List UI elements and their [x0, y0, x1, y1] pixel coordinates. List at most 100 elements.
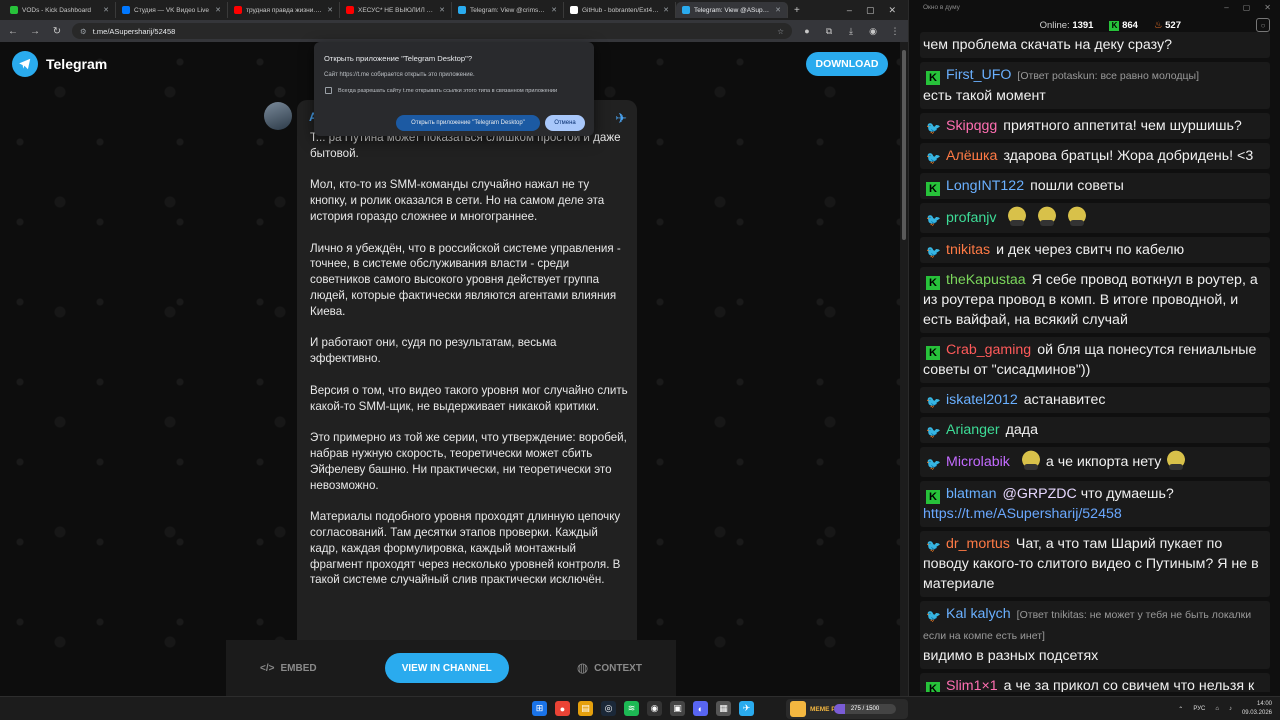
- browser-tab[interactable]: трудная правда жизни... - YouTube ✕: [228, 2, 340, 18]
- chrome-icon[interactable]: ●: [555, 701, 570, 716]
- network-icon[interactable]: ⌂: [1215, 706, 1219, 712]
- browser-tab[interactable]: Студия — VK Видео Live ✕: [116, 2, 228, 18]
- close-icon[interactable]: ✕: [888, 5, 896, 16]
- chat-nickname[interactable]: Arianger: [946, 422, 1000, 438]
- address-bar[interactable]: ⚙ t.me/ASupersharij/52458 ☆: [72, 23, 792, 39]
- post-paragraph: Материалы подобного уровня проходят длин…: [310, 510, 621, 587]
- steam-icon[interactable]: ◎: [601, 701, 616, 716]
- chat-nickname[interactable]: First_UFO: [946, 67, 1011, 83]
- tab-close-icon[interactable]: ✕: [663, 6, 669, 14]
- chat-mention[interactable]: @GRPZDC: [1002, 486, 1076, 502]
- chat-nickname[interactable]: Crab_gaming: [946, 342, 1031, 358]
- chat-nickname[interactable]: Slim1×1: [946, 678, 998, 692]
- chat-link[interactable]: https://t.me/ASupersharij/52458: [923, 506, 1122, 522]
- volume-icon[interactable]: ♪: [1229, 706, 1232, 712]
- profile-icon[interactable]: ◉: [866, 26, 880, 37]
- tab-close-icon[interactable]: ✕: [327, 6, 333, 14]
- system-tray: ⌃ РУС ⌂ ♪ 14:00 09.03.2026: [1178, 700, 1272, 718]
- back-icon[interactable]: ←: [6, 26, 20, 37]
- tray-chevron-icon[interactable]: ⌃: [1178, 706, 1183, 713]
- chat-nickname[interactable]: tnikitas: [946, 242, 990, 258]
- menu-icon[interactable]: ⋮: [888, 26, 902, 37]
- clock[interactable]: 14:00 09.03.2026: [1242, 700, 1272, 718]
- chat-message: 🐦 Arianger дада: [920, 417, 1270, 443]
- chat-message-text: и дек через свитч по кабелю: [996, 242, 1185, 258]
- chat-nickname[interactable]: theKapustaa: [946, 272, 1026, 288]
- app-icon-2[interactable]: ▦: [716, 701, 731, 716]
- download-icon[interactable]: ⤓: [844, 26, 858, 37]
- reload-icon[interactable]: ↻: [50, 26, 64, 37]
- taskbar: ⊞ ● ▤ ◎ ≋ ◉ ▣ ◐ ▦ ✈ MEME PARTY 275 / 150…: [0, 696, 1280, 720]
- page-scrollbar[interactable]: [900, 42, 908, 696]
- chat-settings-icon[interactable]: ○: [1256, 18, 1270, 32]
- tab-favicon-icon: [346, 6, 354, 14]
- tab-close-icon[interactable]: ✕: [439, 6, 445, 14]
- chat-nickname[interactable]: Skipqgg: [946, 118, 997, 134]
- chat-nickname[interactable]: dr_mortus: [946, 536, 1010, 552]
- cancel-button[interactable]: Отмена: [545, 115, 585, 131]
- chat-message-text: здарова братцы! Жора добридень! <3: [1003, 148, 1254, 164]
- discord-icon[interactable]: ◐: [693, 701, 708, 716]
- tab-close-icon[interactable]: ✕: [215, 6, 221, 14]
- chat-nickname[interactable]: Алёшка: [946, 148, 997, 164]
- chat-message-text: а че икпорта нету: [1045, 453, 1162, 470]
- tab-favicon-icon: [458, 6, 466, 14]
- open-app-button[interactable]: Открыть приложение "Telegram Desktop": [396, 115, 540, 131]
- scrollbar-thumb[interactable]: [902, 50, 906, 240]
- chat-nickname[interactable]: profanjv: [946, 210, 996, 226]
- chat-nickname[interactable]: LongINT122: [946, 178, 1024, 194]
- always-allow-label[interactable]: Всегда разрешать сайту t.me открывать сс…: [338, 88, 557, 94]
- chat-message-text: видимо в разных подсетях: [923, 648, 1099, 664]
- tab-close-icon[interactable]: ✕: [551, 6, 557, 14]
- telegram-share-icon[interactable]: ✈: [615, 110, 627, 127]
- start-icon[interactable]: ⊞: [532, 701, 547, 716]
- chat-nickname[interactable]: iskatel2012: [946, 392, 1018, 408]
- download-button[interactable]: DOWNLOAD: [806, 52, 888, 76]
- obs-icon[interactable]: ◉: [647, 701, 662, 716]
- chat-nickname[interactable]: Microlabik: [946, 454, 1010, 470]
- online-label: Online:: [1039, 19, 1070, 31]
- browser-tab[interactable]: Telegram: View @crimsondi... ✕: [452, 2, 564, 18]
- maximize-icon[interactable]: ▢: [866, 5, 875, 16]
- extension-icon[interactable]: ●: [800, 26, 814, 36]
- forward-icon[interactable]: →: [28, 26, 42, 37]
- browser-tab[interactable]: ХЕСУС* НЕ ВЫЮЛИЛ ПОСТ... ✕: [340, 2, 452, 18]
- maximize-icon[interactable]: ▢: [1243, 3, 1251, 12]
- bookmark-icon[interactable]: ☆: [777, 27, 784, 36]
- app-icon[interactable]: ▣: [670, 701, 685, 716]
- view-in-channel-button[interactable]: VIEW IN CHANNEL: [384, 653, 509, 683]
- kick-badge-icon: K: [926, 346, 940, 360]
- chat-nickname[interactable]: blatman: [946, 486, 996, 502]
- post-paragraph: Это примерно из той же серии, что утверж…: [310, 431, 627, 492]
- spotify-icon[interactable]: ≋: [624, 701, 639, 716]
- context-button[interactable]: ◍ CONTEXT: [577, 660, 642, 676]
- chat-message-text: чем проблема скачать на деку сразу?: [923, 37, 1172, 53]
- site-info-icon[interactable]: ⚙: [80, 27, 87, 36]
- browser-tab[interactable]: Telegram: View @ASupersha... ✕: [676, 2, 788, 18]
- tab-close-icon[interactable]: ✕: [103, 6, 109, 14]
- new-tab-button[interactable]: +: [788, 5, 806, 16]
- explorer-icon[interactable]: ▤: [578, 701, 593, 716]
- channel-avatar[interactable]: [264, 102, 292, 130]
- tab-favicon-icon: [10, 6, 18, 14]
- telegram-icon[interactable]: ✈: [739, 701, 754, 716]
- extensions-puzzle-icon[interactable]: ⧉: [822, 26, 836, 37]
- chat-title-text: Окно в думу: [923, 3, 960, 11]
- chat-message-text: дада: [1005, 422, 1038, 438]
- chat-nickname[interactable]: Kal kalych: [946, 606, 1011, 622]
- always-allow-checkbox[interactable]: [325, 87, 332, 94]
- minimize-icon[interactable]: –: [1224, 3, 1228, 12]
- chat-message-text: что думаешь?: [1080, 486, 1174, 502]
- telegram-logo-icon[interactable]: [12, 51, 38, 77]
- close-icon[interactable]: ✕: [1264, 3, 1271, 12]
- browser-tab[interactable]: GitHub - bobranten/Ext4Fsd ✕: [564, 2, 676, 18]
- embed-button[interactable]: </> EMBED: [260, 663, 317, 674]
- meme-party-widget[interactable]: MEME PARTY 275 / 1500: [786, 699, 908, 719]
- bird-badge-icon: 🐦: [926, 609, 941, 623]
- minimize-icon[interactable]: –: [847, 5, 852, 16]
- language-indicator[interactable]: РУС: [1193, 706, 1205, 712]
- chat-window-title: Окно в думу – ▢ ✕: [909, 0, 1280, 14]
- tab-close-icon[interactable]: ✕: [775, 6, 781, 14]
- kick-badge-icon: K: [926, 276, 940, 290]
- browser-tab[interactable]: VODs - Kick Dashboard ✕: [4, 2, 116, 18]
